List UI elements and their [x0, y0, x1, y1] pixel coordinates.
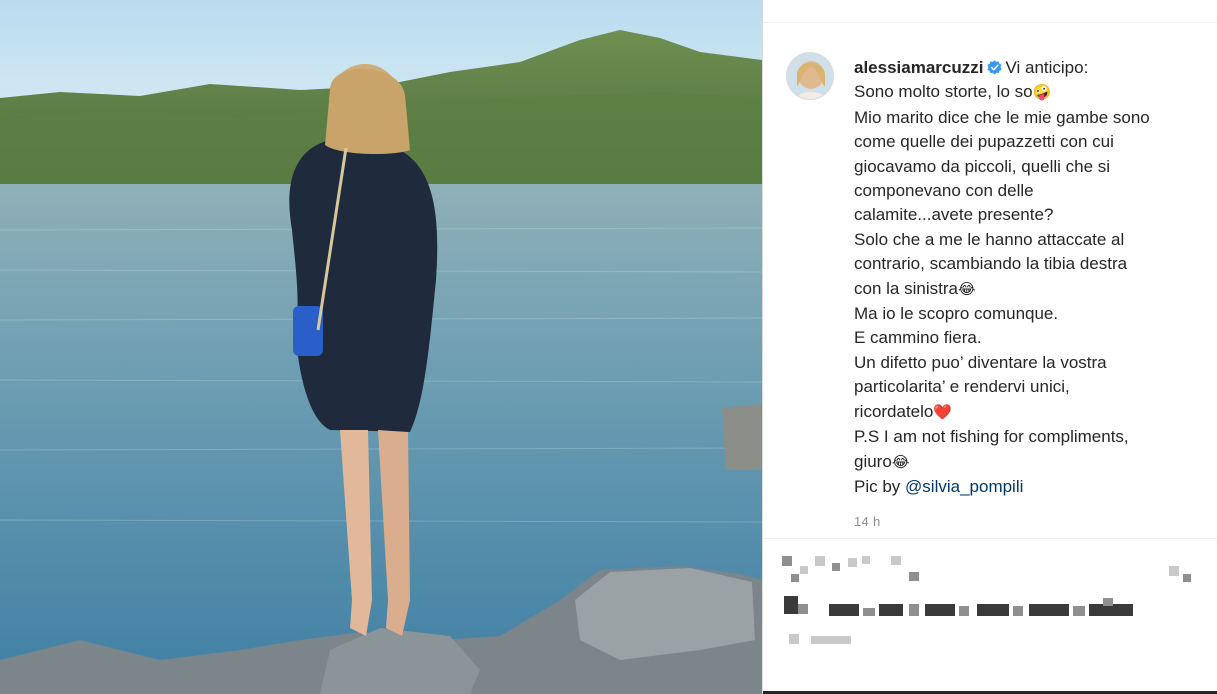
caption-line: Sono molto storte, lo so	[854, 82, 1033, 102]
caption-line: Vi anticipo:	[1005, 58, 1089, 77]
caption-line: Mio marito dice che le mie gambe sono	[854, 107, 1150, 127]
avatar[interactable]	[786, 52, 834, 100]
caption-line: Pic by	[854, 476, 906, 496]
comments-divider	[763, 538, 1217, 539]
caption-line: con la sinistra	[854, 278, 958, 298]
lake-photo	[0, 0, 762, 694]
caption-line: Un difetto puo’ diventare la vostra	[854, 352, 1107, 372]
caption-line: P.S I am not fishing for compliments,	[854, 427, 1129, 447]
laughing-emoji: 😂	[957, 280, 976, 298]
silly-face-emoji: 🤪	[1032, 84, 1052, 102]
caption-line: calamite...avete presente?	[854, 205, 1054, 225]
caption-line: Ma io le scopro comunque.	[854, 304, 1059, 324]
avatar-image	[787, 53, 833, 99]
instagram-post-view: alessiamarcuzzi Vi anticipo: Sono molto s…	[0, 0, 1217, 694]
caption-line: contrario, scambiando la tibia destra	[854, 254, 1128, 274]
verified-badge-icon	[987, 60, 1003, 75]
caption-line: particolarita’ e rendervi unici,	[854, 377, 1070, 397]
heart-emoji: ❤️	[933, 403, 953, 421]
caption-line: ricordatelo	[854, 401, 934, 421]
post-timestamp[interactable]: 14 h	[854, 514, 881, 529]
post-side-panel: alessiamarcuzzi Vi anticipo: Sono molto s…	[762, 0, 1217, 694]
caption-line: E cammino fiera.	[854, 328, 982, 348]
header-divider	[763, 22, 1217, 23]
caption-line: giocavamo da piccoli, quelli che si	[854, 156, 1111, 176]
post-caption: alessiamarcuzzi Vi anticipo: Sono molto s…	[854, 56, 1204, 499]
laughing-emoji: 😂	[891, 453, 910, 471]
username-link[interactable]: alessiamarcuzzi	[854, 58, 983, 77]
mention-link[interactable]: @silvia_pompili	[905, 477, 1023, 496]
caption-line: componevano con delle	[854, 181, 1034, 201]
caption-line: come quelle dei pupazzetti con cui	[854, 132, 1114, 152]
caption-line: Solo che a me le hanno attaccate al	[854, 229, 1125, 249]
caption-line: giuro	[854, 451, 892, 471]
post-photo[interactable]	[0, 0, 762, 694]
